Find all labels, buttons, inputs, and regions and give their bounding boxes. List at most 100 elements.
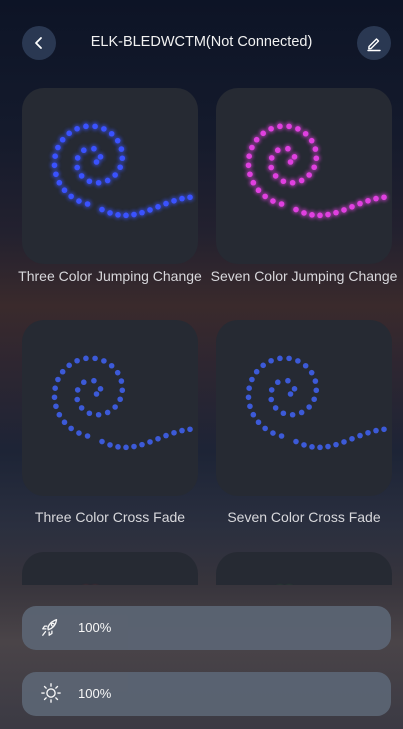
led-dot [104,409,111,416]
led-dot [272,405,279,411]
led-dot [68,425,74,432]
mode-label: Three Color Jumping Change [18,268,202,284]
led-dot [95,179,102,186]
led-dot [309,444,315,450]
led-dot [286,123,292,130]
led-dot [74,164,81,171]
led-dot [163,200,169,207]
led-dot [250,411,257,418]
led-dot [97,386,104,392]
led-dot [278,433,285,439]
led-dot [74,387,81,393]
led-dot [74,125,80,132]
spiral-led-icon [245,355,387,451]
led-dot [139,209,145,216]
led-dot [51,394,58,401]
led-dot [179,195,185,202]
led-dot [53,403,59,410]
led-dot [91,377,97,384]
led-dot [95,411,102,418]
led-dot [117,164,123,171]
mode-label: Seven Color Jumping Change [210,268,398,284]
led-dot [277,123,283,130]
led-dot [91,145,97,152]
led-dot [253,368,260,375]
led-dot [83,123,89,130]
led-dot [52,385,58,391]
led-dot [84,433,91,439]
led-dot [55,376,61,383]
led-dot [250,179,257,186]
brightness-slider[interactable]: 100% [22,672,391,716]
led-dot [118,378,125,384]
led-dot [373,195,379,202]
mode-tile[interactable] [216,320,392,496]
chevron-left-icon [35,37,42,49]
led-dot [115,212,121,218]
led-dot [311,396,317,403]
page-title: ELK-BLEDWCTM(Not Connected) [90,34,313,50]
led-dot [293,438,299,445]
led-dot [61,419,68,426]
led-dot [268,164,275,171]
led-dot [171,429,177,436]
led-dot [262,425,268,432]
spiral-led-icon [216,552,392,585]
back-button[interactable] [22,26,56,60]
led-dot [114,137,121,144]
led-dot [51,162,58,169]
sun-icon [41,683,61,703]
speed-slider[interactable]: 100% [22,606,391,650]
led-dot [74,396,81,403]
led-dot [341,207,347,213]
led-dot [80,379,87,386]
led-dot [277,355,283,362]
led-dot [93,391,100,397]
mode-tile[interactable] [216,88,392,264]
led-dot [86,178,93,185]
led-dot [247,171,253,178]
led-dot [119,387,126,394]
mode-label: Three Color Cross Fade [34,509,186,525]
brightness-value: 100% [78,686,112,701]
pencil-icon [367,38,381,52]
led-dot [313,387,320,394]
led-dot [325,443,331,450]
led-dot [268,357,274,364]
led-dot [293,206,299,213]
mode-tile[interactable] [22,88,198,264]
led-dot [249,144,255,151]
led-dot [280,410,287,417]
led-dot [268,387,275,393]
led-dot [179,427,185,434]
led-dot [317,212,323,219]
mode-tile[interactable] [22,320,198,496]
led-dot [268,155,275,161]
mode-tile[interactable] [22,552,198,585]
led-dot [272,173,279,179]
led-dot [312,378,319,384]
edit-button[interactable] [357,26,391,60]
led-dot [155,435,161,442]
led-dot [78,173,85,179]
led-dot [104,177,111,184]
led-dot [53,171,59,178]
led-dot [270,198,276,204]
led-dot [301,442,307,448]
led-dot [76,198,82,204]
led-dot [155,203,161,210]
led-dot [115,444,121,450]
led-dot [97,154,104,160]
led-dot [246,153,252,159]
led-dot [295,126,301,132]
led-dot [289,411,296,418]
led-dot [313,155,320,162]
led-dot [99,438,105,445]
mode-tile[interactable] [216,552,392,585]
led-dot [357,200,363,207]
led-dot [341,439,347,445]
led-dot [101,358,107,364]
led-dot [80,147,87,154]
led-dot [247,403,253,410]
led-dot [317,444,323,451]
